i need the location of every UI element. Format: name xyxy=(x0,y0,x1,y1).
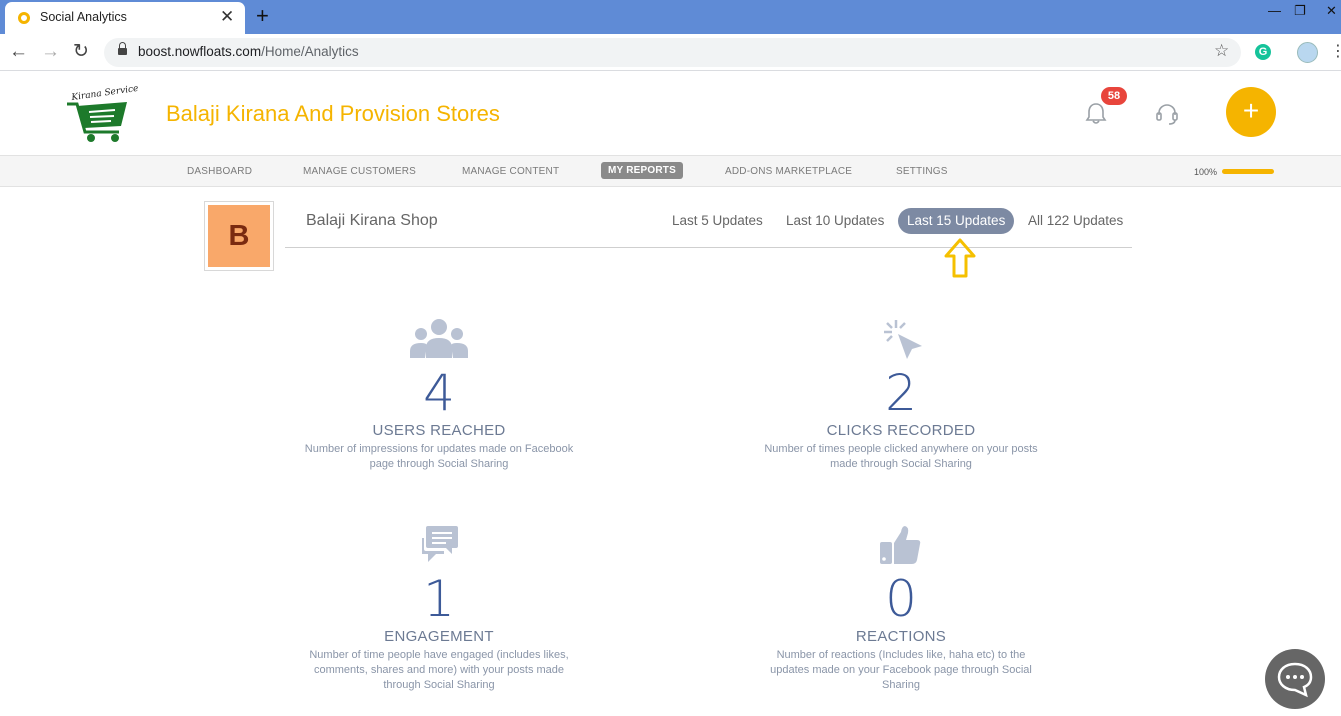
metric-description: Number of impressions for updates made o… xyxy=(304,443,574,470)
metric-reactions: 0 REACTIONS Number of reactions (Include… xyxy=(751,524,1051,693)
metric-title: REACTIONS xyxy=(855,628,947,645)
chat-widget-button[interactable] xyxy=(1265,649,1325,709)
nav-addons-marketplace[interactable]: ADD-ONS MARKETPLACE xyxy=(725,166,852,177)
nav-dashboard[interactable]: DASHBOARD xyxy=(187,166,252,177)
notification-count-badge: 58 xyxy=(1101,87,1127,105)
favicon-icon xyxy=(18,12,30,24)
avatar-letter: B xyxy=(208,205,270,267)
metric-title: CLICKS RECORDED xyxy=(826,422,976,439)
header-divider xyxy=(285,247,1132,248)
metric-clicks-recorded: 2 CLICKS RECORDED Number of times people… xyxy=(751,318,1051,472)
nav-manage-customers[interactable]: MANAGE CUSTOMERS xyxy=(303,166,416,177)
browser-tabstrip: Social Analytics ✕ + — ❐ ✕ xyxy=(0,0,1341,34)
browser-tab[interactable]: Social Analytics ✕ xyxy=(5,2,245,34)
profile-completion-label: 100% xyxy=(1194,167,1218,177)
site-header: Kirana Service Balaji Kirana And Provisi… xyxy=(0,71,1341,155)
shop-avatar: B xyxy=(204,201,274,271)
browser-menu-icon[interactable]: ⋮ xyxy=(1330,42,1341,62)
metric-description: Number of time people have engaged (incl… xyxy=(309,649,569,691)
main-nav: DASHBOARD MANAGE CUSTOMERS MANAGE CONTEN… xyxy=(0,155,1341,187)
metric-value: 4 xyxy=(423,364,455,422)
nav-manage-content[interactable]: MANAGE CONTENT xyxy=(462,166,559,177)
filter-last-5[interactable]: Last 5 Updates xyxy=(663,208,772,234)
tab-title: Social Analytics xyxy=(40,10,127,24)
metric-value: 2 xyxy=(885,364,917,422)
grammarly-extension-icon[interactable]: G xyxy=(1255,44,1271,60)
browser-toolbar: ← → ↻ boost.nowfloats.com/Home/Analytics… xyxy=(0,34,1341,71)
shop-name: Balaji Kirana Shop xyxy=(306,212,438,229)
close-window-icon[interactable]: ✕ xyxy=(1326,3,1337,19)
tab-close-icon[interactable]: ✕ xyxy=(220,7,234,27)
filter-last-10[interactable]: Last 10 Updates xyxy=(777,208,893,234)
address-bar[interactable]: boost.nowfloats.com/Home/Analytics ☆ xyxy=(104,38,1241,67)
profile-completion-fill xyxy=(1222,169,1274,174)
forward-icon[interactable]: → xyxy=(41,41,60,63)
bookmark-star-icon[interactable]: ☆ xyxy=(1214,41,1229,61)
click-icon xyxy=(884,320,922,359)
notification-bell-icon[interactable] xyxy=(1085,101,1107,125)
thumbs-up-icon xyxy=(880,526,921,564)
profile-avatar-icon[interactable] xyxy=(1297,42,1318,63)
metric-description: Number of times people clicked anywhere … xyxy=(764,443,1038,470)
metric-title: ENGAGEMENT xyxy=(384,628,494,645)
metric-value: 1 xyxy=(423,570,455,628)
headset-support-icon[interactable] xyxy=(1155,102,1179,126)
lock-icon xyxy=(118,42,127,57)
profile-completion-bar xyxy=(1222,169,1274,174)
filter-all[interactable]: All 122 Updates xyxy=(1019,208,1132,234)
nav-settings[interactable]: SETTINGS xyxy=(896,166,948,177)
reload-icon[interactable]: ↻ xyxy=(73,41,89,63)
restore-icon[interactable]: ❐ xyxy=(1294,3,1306,19)
metric-description: Number of reactions (Includes like, haha… xyxy=(770,649,1032,691)
new-tab-icon[interactable]: + xyxy=(256,3,269,29)
metric-value: 0 xyxy=(885,570,917,628)
chat-bubbles-icon xyxy=(422,526,458,562)
nav-my-reports[interactable]: MY REPORTS xyxy=(601,162,683,179)
users-icon xyxy=(410,319,468,358)
url-text: boost.nowfloats.com/Home/Analytics xyxy=(138,44,359,59)
back-icon[interactable]: ← xyxy=(9,41,28,63)
metric-title: USERS REACHED xyxy=(372,422,506,439)
filter-last-15[interactable]: Last 15 Updates xyxy=(898,208,1015,234)
up-arrow-annotation-icon xyxy=(944,238,976,278)
add-button[interactable]: + xyxy=(1226,87,1276,137)
metric-users-reached: 4 USERS REACHED Number of impressions fo… xyxy=(289,318,589,472)
chat-icon xyxy=(1277,662,1313,698)
brand-logo[interactable]: Kirana Service xyxy=(63,82,138,144)
metric-engagement: 1 ENGAGEMENT Number of time people have … xyxy=(289,524,589,693)
brand-name[interactable]: Balaji Kirana And Provision Stores xyxy=(166,101,500,127)
minimize-icon[interactable]: — xyxy=(1268,3,1281,19)
